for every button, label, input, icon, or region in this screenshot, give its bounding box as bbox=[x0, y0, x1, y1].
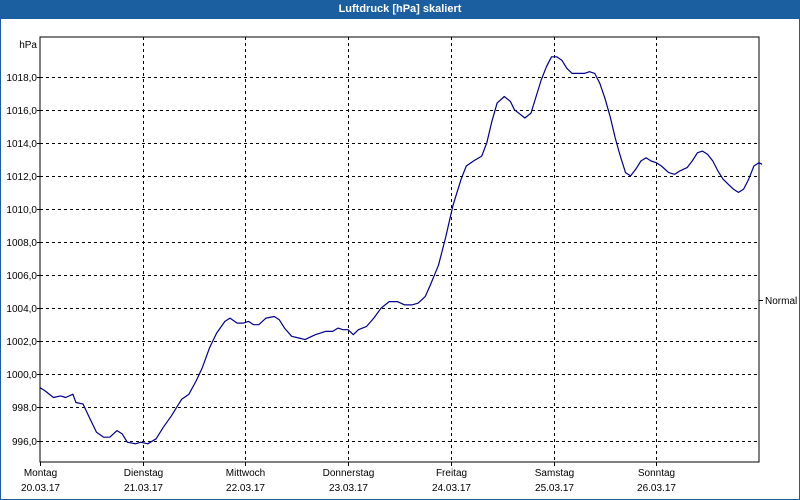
plot-area bbox=[39, 36, 760, 463]
y-tick-label: 1006,0 bbox=[6, 271, 37, 282]
y-tick-label: 1002,0 bbox=[6, 337, 37, 348]
pressure-series-line bbox=[39, 56, 763, 445]
x-tick-date-label: 23.03.17 bbox=[329, 483, 368, 494]
y-axis-unit-label: hPa bbox=[19, 40, 37, 51]
x-tick-date-label: 24.03.17 bbox=[432, 483, 471, 494]
x-tick-date-label: 25.03.17 bbox=[535, 483, 574, 494]
x-tick-day-label: Sonntag bbox=[638, 468, 675, 479]
y-tick-label: 1014,0 bbox=[6, 139, 37, 150]
y-tick-label: 1010,0 bbox=[6, 205, 37, 216]
y-tick-label: 1008,0 bbox=[6, 238, 37, 249]
x-tick-date-label: 22.03.17 bbox=[226, 483, 265, 494]
x-tick-day-label: Montag bbox=[24, 468, 57, 479]
y-tick-label: 996,0 bbox=[12, 437, 37, 448]
y-tick-label: 1000,0 bbox=[6, 370, 37, 381]
reference-line-label: Normal bbox=[765, 296, 797, 307]
x-tick-day-label: Freitag bbox=[436, 468, 467, 479]
y-tick-label: 1004,0 bbox=[6, 304, 37, 315]
x-tick-day-label: Donnerstag bbox=[323, 468, 375, 479]
x-tick-day-label: Samstag bbox=[535, 468, 574, 479]
x-tick-day-label: Dienstag bbox=[124, 468, 163, 479]
y-tick-label: 1012,0 bbox=[6, 172, 37, 183]
y-tick-label: 1016,0 bbox=[6, 106, 37, 117]
y-tick-label: 998,0 bbox=[12, 403, 37, 414]
x-tick-date-label: 26.03.17 bbox=[637, 483, 676, 494]
pressure-chart: 996,0 998,0 1000,0 1002,0 1004,0 1006,0 1008,0… bbox=[6, 36, 797, 494]
x-tick-day-label: Mittwoch bbox=[226, 468, 265, 479]
y-tick-label: 1018,0 bbox=[6, 73, 37, 84]
x-tick-date-label: 21.03.17 bbox=[124, 483, 163, 494]
x-tick-date-label: 20.03.17 bbox=[21, 483, 60, 494]
